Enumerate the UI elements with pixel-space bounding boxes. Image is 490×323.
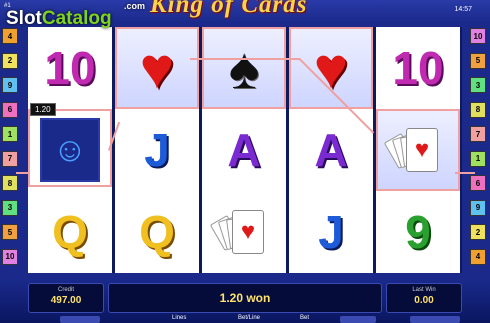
spade-icon: ♠ <box>228 35 260 101</box>
reel-5-row-1: 10 <box>376 27 460 109</box>
last-win-value: 0.00 <box>414 295 434 306</box>
reel-5-row-3: 9 <box>376 191 460 273</box>
payline-marker[interactable]: 5 <box>2 224 18 240</box>
reel-1-row-3: Q <box>28 191 112 273</box>
payline-marker[interactable]: 7 <box>470 126 486 142</box>
win-value-badge: 1.20 <box>30 103 56 116</box>
payline-marker[interactable]: 7 <box>2 150 18 167</box>
symbol-jack: J <box>318 206 344 258</box>
win-display: 1.20 won <box>108 283 382 313</box>
payline-marker[interactable]: 2 <box>470 224 486 240</box>
watermark-logo: SlotCatalog .com <box>6 1 145 30</box>
reel-1-row-2: ☺ <box>28 109 112 191</box>
reel-2-row-1: ♥ <box>115 27 199 109</box>
watermark-catalog: Catalog <box>41 8 112 29</box>
status-bar: Credit 497.00 1.20 won Last Win 0.00 Lin… <box>0 279 490 323</box>
game-title: King of Cards <box>150 0 308 18</box>
reel-3-row-2: A <box>202 109 286 191</box>
payline-marker[interactable]: 9 <box>470 199 486 216</box>
bet-line-label: Bet/Line <box>238 315 261 321</box>
reel-4-row-3: J <box>289 191 373 273</box>
reel-4: ♥ A J <box>289 27 373 273</box>
lines-label: Lines <box>172 315 187 321</box>
symbol-ten: 10 <box>44 42 96 94</box>
payline-marker[interactable]: 9 <box>2 77 18 93</box>
reel-3-row-1: ♠ <box>202 27 286 109</box>
symbol-jack: J <box>144 124 170 176</box>
symbol-ace: A <box>227 124 261 176</box>
last-win-label: Last Win <box>412 287 436 293</box>
reel-1: 10 ☺ Q <box>28 27 112 273</box>
reel-3: ♠ A ♥ <box>202 27 286 273</box>
payline-marker[interactable]: 8 <box>2 175 18 191</box>
credit-box: Credit 497.00 <box>28 283 104 313</box>
reel-3-row-3: ♥ <box>202 191 286 273</box>
symbol-ace: A <box>314 124 348 176</box>
card-fan-icon: ♥ <box>209 204 274 260</box>
payline-segment <box>190 58 300 60</box>
watermark-slot: Slot <box>6 8 42 29</box>
start-button[interactable] <box>410 316 460 323</box>
payline-marker[interactable]: 6 <box>2 101 18 118</box>
credit-value: 497.00 <box>50 295 82 306</box>
reel-2: ♥ J Q <box>115 27 199 273</box>
reel-5-row-2: ♥ <box>376 109 460 191</box>
reel-2-row-3: Q <box>115 191 199 273</box>
autoplay-button[interactable] <box>60 316 100 323</box>
payline-marker[interactable]: 4 <box>470 248 486 265</box>
payline-segment <box>455 172 475 174</box>
jester-icon: ☺ <box>40 118 100 182</box>
symbol-ten: 10 <box>392 42 444 94</box>
credit-label: Credit <box>57 287 74 293</box>
payline-marker[interactable]: 10 <box>2 248 18 265</box>
watermark-com: .com <box>124 1 146 11</box>
payline-marker[interactable]: 2 <box>2 52 18 69</box>
reel-2-row-2: J <box>115 109 199 191</box>
last-win-box: Last Win 0.00 <box>386 283 462 313</box>
payline-marker[interactable]: 4 <box>2 28 18 44</box>
heart-icon: ♥ <box>139 35 175 101</box>
payline-marker[interactable]: 8 <box>470 101 486 118</box>
clock: 14:57 <box>454 6 472 13</box>
payline-marker[interactable]: 5 <box>470 52 486 69</box>
reel-5: 10 ♥ 9 <box>376 27 460 273</box>
reel-1-row-1: 10 <box>28 27 112 109</box>
reel-4-row-1: ♥ <box>289 27 373 109</box>
reel-area: 10 ☺ Q ♥ J Q ♠ A ♥ ♥ A J 10 ♥ 9 <box>28 27 462 273</box>
payline-marker[interactable]: 1 <box>470 150 486 167</box>
symbol-queen: Q <box>52 206 88 258</box>
symbol-queen: Q <box>139 206 175 258</box>
card-fan-icon: ♥ <box>383 122 448 178</box>
payline-marker[interactable]: 6 <box>470 175 486 191</box>
payline-marker[interactable]: 3 <box>470 77 486 93</box>
gamble-button[interactable] <box>340 316 376 323</box>
payline-marker[interactable]: 3 <box>2 199 18 216</box>
symbol-nine: 9 <box>405 206 431 258</box>
bet-label: Bet <box>300 315 310 321</box>
payline-segment <box>16 172 30 174</box>
payline-marker[interactable]: 1 <box>2 126 18 142</box>
payline-marker[interactable]: 10 <box>470 28 486 44</box>
